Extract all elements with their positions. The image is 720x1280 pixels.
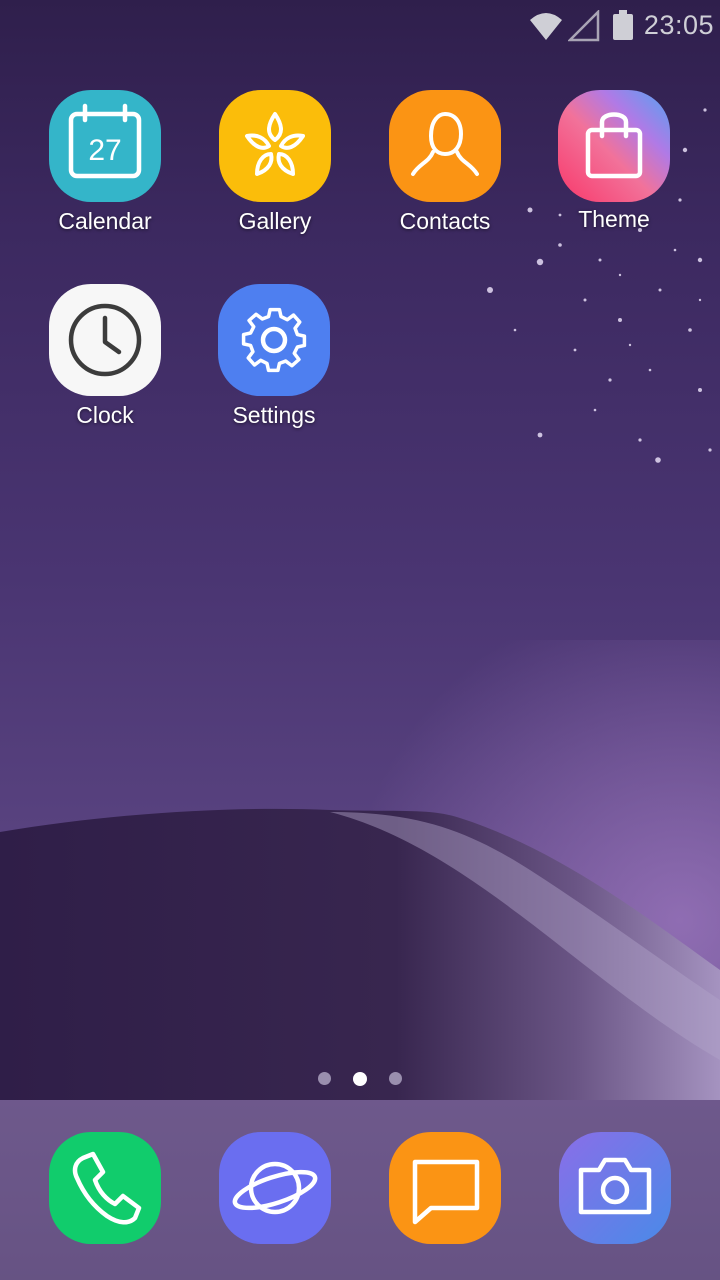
chat-icon[interactable] [389, 1132, 501, 1244]
app-settings[interactable]: Settings [199, 284, 349, 429]
person-icon [389, 90, 501, 202]
phone-icon[interactable] [49, 1132, 161, 1244]
app-label: Gallery [238, 208, 312, 234]
page-dot[interactable] [389, 1072, 403, 1086]
app-label: Calendar [58, 208, 152, 234]
app-label: Settings [232, 402, 316, 428]
app-label: Theme [578, 206, 650, 232]
app-clock[interactable]: Clock [30, 284, 180, 429]
clock-icon [49, 284, 161, 396]
page-indicator[interactable] [0, 1070, 720, 1086]
dock [0, 1100, 720, 1280]
calendar-icon: 27 [49, 90, 161, 202]
planet-icon[interactable] [219, 1132, 331, 1244]
camera-icon[interactable] [559, 1132, 671, 1244]
app-gallery[interactable]: Gallery [200, 90, 350, 235]
gear-icon [218, 284, 330, 396]
flower-icon [219, 90, 331, 202]
app-calendar[interactable]: 27 Calendar [30, 90, 180, 235]
app-label: Clock [76, 402, 134, 428]
app-contacts[interactable]: Contacts [370, 90, 520, 235]
battery-icon [613, 10, 633, 40]
wifi-icon [530, 13, 562, 40]
calendar-date: 27 [88, 134, 121, 167]
page-dot-active[interactable] [353, 1071, 367, 1086]
cell-signal-icon [568, 10, 600, 42]
app-label: Contacts [399, 208, 491, 234]
status-time: 23:05 [643, 10, 714, 40]
home-screen: 23:05 27 Calendar Gallery Contacts Theme… [0, 0, 720, 1280]
status-bar: 23:05 [0, 0, 720, 52]
shopping-bag-icon [558, 90, 670, 202]
page-dot[interactable] [317, 1072, 331, 1086]
app-theme[interactable]: Theme [539, 90, 689, 233]
